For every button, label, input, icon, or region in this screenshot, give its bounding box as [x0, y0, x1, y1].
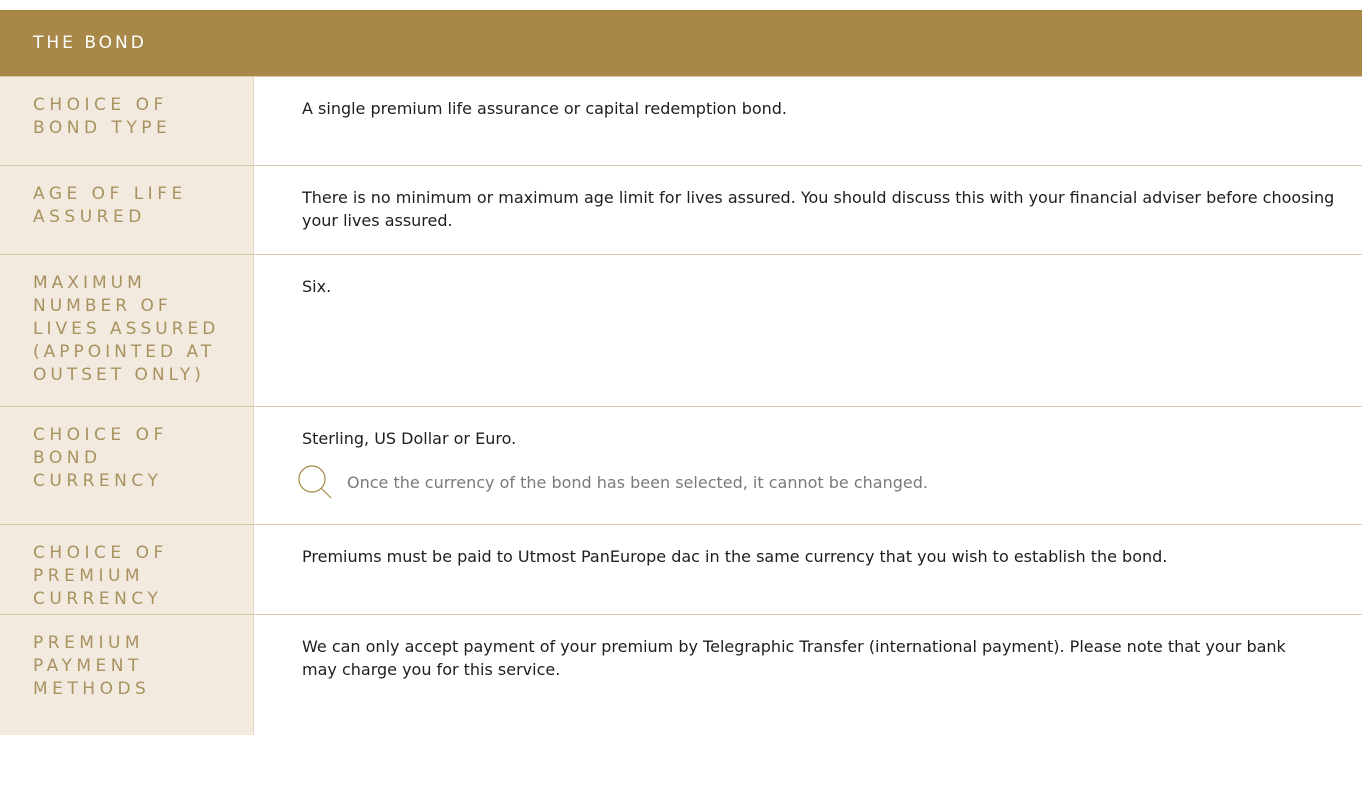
row-text: Premiums must be paid to Utmost PanEurop…: [302, 547, 1168, 566]
row-content: A single premium life assurance or capit…: [254, 77, 1362, 165]
row-label: AGE OF LIFE ASSURED: [0, 166, 254, 254]
table-row: AGE OF LIFE ASSURED There is no minimum …: [0, 165, 1362, 254]
row-content: There is no minimum or maximum age limit…: [254, 166, 1362, 254]
row-text: There is no minimum or maximum age limit…: [302, 188, 1335, 230]
row-content: Six.: [254, 255, 1362, 406]
row-content: We can only accept payment of your premi…: [254, 615, 1362, 735]
table-title: THE BOND: [33, 33, 147, 53]
row-label: CHOICE OF BOND CURRENCY: [0, 407, 254, 524]
table-header: THE BOND: [0, 10, 1362, 76]
row-label: PREMIUM PAYMENT METHODS: [0, 615, 254, 735]
row-content: Premiums must be paid to Utmost PanEurop…: [254, 525, 1362, 614]
row-text: Six.: [302, 277, 332, 296]
currency-note: Once the currency of the bond has been s…: [298, 463, 1348, 501]
table-row: CHOICE OF BOND TYPE A single premium lif…: [0, 76, 1362, 165]
row-text: A single premium life assurance or capit…: [302, 99, 788, 118]
table-row: PREMIUM PAYMENT METHODS We can only acce…: [0, 614, 1362, 735]
row-text: We can only accept payment of your premi…: [302, 637, 1286, 679]
table-row: CHOICE OF BOND CURRENCY Sterling, US Dol…: [0, 406, 1362, 524]
table-row: MAXIMUM NUMBER OF LIVES ASSURED (APPOINT…: [0, 254, 1362, 406]
row-content: Sterling, US Dollar or Euro. Once the cu…: [254, 407, 1362, 524]
bond-table: THE BOND CHOICE OF BOND TYPE A single pr…: [0, 10, 1362, 735]
magnifier-icon: [298, 465, 332, 499]
row-label: MAXIMUM NUMBER OF LIVES ASSURED (APPOINT…: [0, 255, 254, 406]
row-label: CHOICE OF BOND TYPE: [0, 77, 254, 165]
row-text: Sterling, US Dollar or Euro.: [302, 429, 517, 448]
row-label: CHOICE OF PREMIUM CURRENCY: [0, 525, 254, 614]
table-row: CHOICE OF PREMIUM CURRENCY Premiums must…: [0, 524, 1362, 614]
note-text: Once the currency of the bond has been s…: [347, 472, 928, 492]
